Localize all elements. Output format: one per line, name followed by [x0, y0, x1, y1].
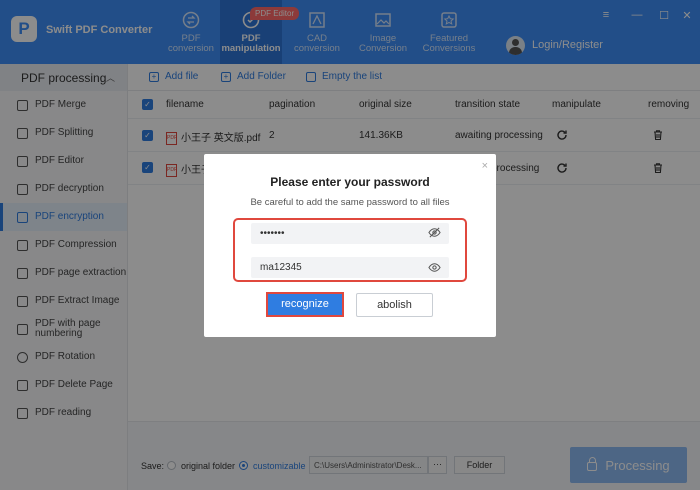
eye-closed-icon[interactable] — [428, 226, 441, 239]
recognize-button[interactable]: recognize — [266, 292, 344, 317]
dialog-subtitle: Be careful to add the same password to a… — [250, 197, 450, 208]
password-field[interactable]: ••••••• — [251, 223, 449, 244]
confirm-password-field[interactable]: ma12345 — [251, 257, 449, 278]
abolish-button[interactable]: abolish — [356, 293, 433, 317]
eye-icon[interactable] — [428, 261, 441, 274]
password-dialog: × Please enter your password Be careful … — [204, 154, 496, 337]
dialog-title: Please enter your password — [270, 175, 430, 189]
close-icon[interactable]: × — [482, 160, 488, 172]
